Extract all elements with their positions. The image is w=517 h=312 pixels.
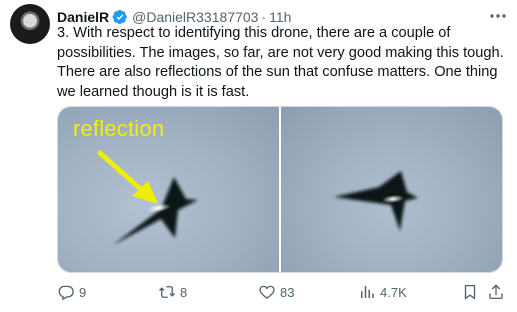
verified-badge-icon xyxy=(112,9,127,25)
repost-button[interactable]: 8 xyxy=(158,281,187,303)
tweet-timestamp[interactable]: 11h xyxy=(269,9,291,25)
views-button[interactable]: 4.7K xyxy=(358,281,407,303)
bookmark-icon xyxy=(464,284,476,300)
share-icon xyxy=(489,284,503,300)
views-icon xyxy=(361,286,374,298)
tweet-actions: 9 8 83 4.7K xyxy=(57,281,505,303)
separator-dot: · xyxy=(261,9,267,25)
like-count: 83 xyxy=(280,284,295,300)
bookmark-button[interactable] xyxy=(461,281,479,303)
drone-image-clean[interactable] xyxy=(280,107,502,272)
annotation-arrow-shaft xyxy=(97,150,147,195)
avatar[interactable] xyxy=(10,4,50,44)
view-count: 4.7K xyxy=(380,284,407,300)
drone-photo-left xyxy=(97,150,198,245)
reply-button[interactable]: 9 xyxy=(57,281,86,303)
repost-count: 8 xyxy=(180,284,188,300)
reply-count: 9 xyxy=(79,284,87,300)
reply-icon xyxy=(58,285,74,301)
like-button[interactable]: 83 xyxy=(258,281,294,303)
author-handle[interactable]: @DanielR33187703 xyxy=(132,9,258,25)
drone-image-annotated[interactable]: reflection xyxy=(58,107,279,272)
like-icon xyxy=(259,285,275,299)
repost-icon xyxy=(159,286,175,298)
share-button[interactable] xyxy=(487,281,505,303)
author-name[interactable]: DanielR xyxy=(57,9,109,25)
drone-photo-right xyxy=(333,171,418,231)
tweet-text: 3. With respect to identifying this dron… xyxy=(57,25,504,100)
tweet-media[interactable]: reflection xyxy=(57,106,503,273)
more-icon[interactable] xyxy=(489,9,507,23)
